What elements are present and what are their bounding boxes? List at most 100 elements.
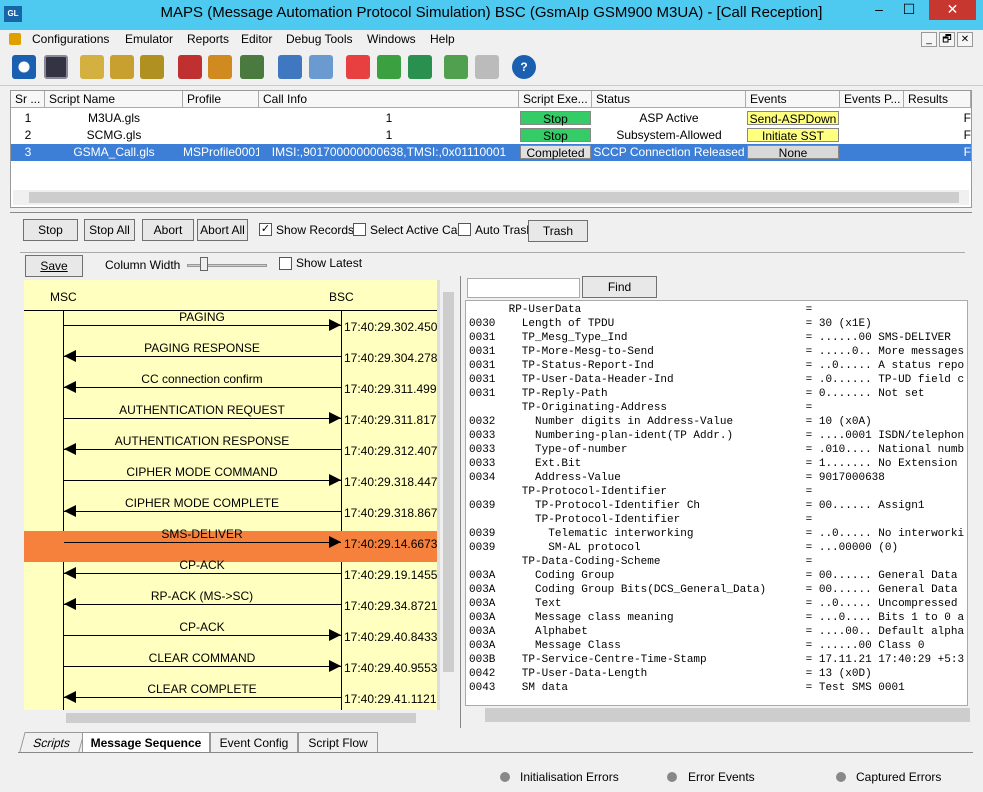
decode-line[interactable]: 0033 Type-of-number = .010.... National … — [469, 443, 964, 457]
col-header-script-exe[interactable]: Script Exe... — [519, 91, 592, 108]
splitter[interactable] — [10, 212, 972, 213]
status-error-events[interactable]: Error Events — [688, 770, 755, 784]
row3-script[interactable]: GSMA_Call.gls — [45, 144, 183, 161]
mdi-restore-button[interactable]: 🗗 — [939, 32, 955, 47]
call-generation-icon[interactable] — [110, 55, 134, 79]
message-label[interactable]: AUTHENTICATION REQUEST — [37, 403, 367, 417]
message-label[interactable]: CIPHER MODE COMMAND — [37, 465, 367, 479]
col-header-status[interactable]: Status — [592, 91, 746, 108]
column-width-slider[interactable] — [187, 264, 267, 267]
col-header-events-p[interactable]: Events P... — [840, 91, 904, 108]
decode-line[interactable]: 0043 SM data = Test SMS 0001 — [469, 681, 905, 695]
decode-line[interactable]: 0039 Telematic interworking = ..0..... N… — [469, 527, 964, 541]
sync-green-icon[interactable] — [444, 55, 468, 79]
save-button[interactable]: Save — [25, 255, 83, 277]
decode-line[interactable]: 0031 TP-More-Mesg-to-Send = .....0.. Mor… — [469, 345, 964, 359]
wizard-icon[interactable] — [309, 55, 333, 79]
settings-gear-icon[interactable] — [12, 55, 36, 79]
row3-sr[interactable]: 3 — [11, 144, 45, 161]
row1-script[interactable]: M3UA.gls — [45, 110, 183, 127]
col-header-events[interactable]: Events — [746, 91, 840, 108]
abort-button[interactable]: Abort — [142, 219, 194, 241]
pause-icon[interactable] — [408, 55, 432, 79]
menu-editor[interactable]: Editor — [241, 32, 272, 46]
profile-edit-icon[interactable] — [80, 55, 104, 79]
message-label[interactable]: CIPHER MODE COMPLETE — [37, 496, 367, 510]
mdi-minimize-button[interactable]: _ — [921, 32, 937, 47]
decode-line[interactable]: 003A Alphabet = ....00.. Default alpha — [469, 625, 964, 639]
decode-line[interactable]: 003A Message class meaning = ...0.... Bi… — [469, 611, 964, 625]
maximize-button[interactable]: ☐ — [894, 0, 924, 20]
decode-line[interactable]: TP-Protocol-Identifier = — [469, 485, 812, 499]
database-icon[interactable] — [178, 55, 202, 79]
row3-event-button[interactable]: None — [747, 145, 839, 160]
tab-message-sequence[interactable]: Message Sequence — [82, 732, 210, 752]
decode-line[interactable]: TP-Originating-Address = — [469, 401, 812, 415]
row1-stop-button[interactable]: Stop — [520, 111, 591, 126]
row1-sr[interactable]: 1 — [11, 110, 45, 127]
decode-line[interactable]: 0039 SM-AL protocol = ...00000 (0) — [469, 541, 898, 555]
decode-line[interactable]: 0031 TP_Mesg_Type_Ind = ......00 SMS-DEL… — [469, 331, 951, 345]
message-label[interactable]: AUTHENTICATION RESPONSE — [37, 434, 367, 448]
find-button[interactable]: Find — [582, 276, 657, 298]
message-label[interactable]: CLEAR COMMAND — [37, 651, 367, 665]
seq-hscroll-thumb[interactable] — [66, 713, 416, 723]
row2-script[interactable]: SCMG.gls — [45, 127, 183, 144]
call-reception-icon[interactable] — [140, 55, 164, 79]
status-initialisation-errors[interactable]: Initialisation Errors — [520, 770, 619, 784]
message-label[interactable]: PAGING — [37, 310, 367, 324]
decode-line[interactable]: 003A Coding Group Bits(DCS_General_Data)… — [469, 583, 957, 597]
col-header-script-name[interactable]: Script Name — [45, 91, 183, 108]
security-icon[interactable] — [240, 55, 264, 79]
decode-line[interactable]: 003A Text = ..0..... Uncompressed — [469, 597, 957, 611]
decode-line[interactable]: 0031 TP-Reply-Path = 0....... Not set — [469, 387, 924, 401]
message-label[interactable]: CLEAR COMPLETE — [37, 682, 367, 696]
row2-sr[interactable]: 2 — [11, 127, 45, 144]
decode-line[interactable]: 003B TP-Service-Centre-Time-Stamp = 17.1… — [469, 653, 964, 667]
pane-splitter[interactable] — [460, 276, 461, 728]
briefcase-icon[interactable] — [208, 55, 232, 79]
row2-stop-button[interactable]: Stop — [520, 128, 591, 143]
decode-line[interactable]: RP-UserData = — [469, 303, 813, 317]
help-icon[interactable]: ? — [512, 55, 536, 79]
decode-hscroll-thumb[interactable] — [485, 708, 970, 722]
decode-line[interactable]: 0034 Address-Value = 9017000638 — [469, 471, 885, 485]
menu-help[interactable]: Help — [430, 32, 455, 46]
column-width-slider-thumb[interactable] — [200, 257, 208, 271]
row3-exe-status[interactable]: Completed — [520, 145, 591, 160]
stop-button[interactable]: Stop — [23, 219, 78, 241]
message-label[interactable]: CC connection confirm — [37, 372, 367, 386]
minimize-button[interactable]: – — [864, 0, 894, 20]
decode-line[interactable]: 0033 Ext.Bit = 1....... No Extension — [469, 457, 957, 471]
row2-callinfo[interactable]: 1 — [259, 127, 519, 144]
stop-trace-icon[interactable] — [346, 55, 370, 79]
decode-line[interactable]: 003A Coding Group = 00...... General Dat… — [469, 569, 957, 583]
col-header-call-info[interactable]: Call Info — [259, 91, 519, 108]
row3-profile[interactable]: MSProfile0001 — [183, 144, 259, 161]
row2-event-button[interactable]: Initiate SST — [747, 128, 839, 143]
script-list-icon[interactable] — [44, 55, 68, 79]
decode-line[interactable]: TP-Protocol-Identifier = — [469, 513, 812, 527]
tab-scripts[interactable]: Scripts — [19, 732, 85, 752]
decode-line[interactable]: 0032 Number digits in Address-Value = 10… — [469, 415, 872, 429]
capture-icon[interactable] — [377, 55, 401, 79]
col-header-profile[interactable]: Profile — [183, 91, 259, 108]
decode-line[interactable]: TP-Data-Coding-Scheme = — [469, 555, 812, 569]
tab-script-flow[interactable]: Script Flow — [298, 732, 378, 752]
mdi-close-button[interactable]: ✕ — [957, 32, 973, 47]
message-label[interactable]: CP-ACK — [37, 558, 367, 572]
auto-trash-checkbox[interactable] — [458, 223, 471, 236]
col-header-results[interactable]: Results — [904, 91, 971, 108]
decode-line[interactable]: 0042 TP-User-Data-Length = 13 (x0D) — [469, 667, 872, 681]
col-header-sr[interactable]: Sr ... — [11, 91, 45, 108]
row3-callinfo[interactable]: IMSI:,901700000000638,TMSI:,0x01110001 — [259, 144, 519, 161]
find-input[interactable] — [467, 278, 580, 298]
tab-event-config[interactable]: Event Config — [210, 732, 298, 752]
row1-callinfo[interactable]: 1 — [259, 110, 519, 127]
seq-vscroll-thumb[interactable] — [443, 292, 454, 672]
decode-line[interactable]: 003A Message Class = ......00 Class 0 — [469, 639, 924, 653]
select-active-call-checkbox[interactable] — [353, 223, 366, 236]
grid-scroll-thumb[interactable] — [29, 192, 959, 203]
menu-emulator[interactable]: Emulator — [125, 32, 173, 46]
close-button[interactable]: ✕ — [929, 0, 976, 20]
